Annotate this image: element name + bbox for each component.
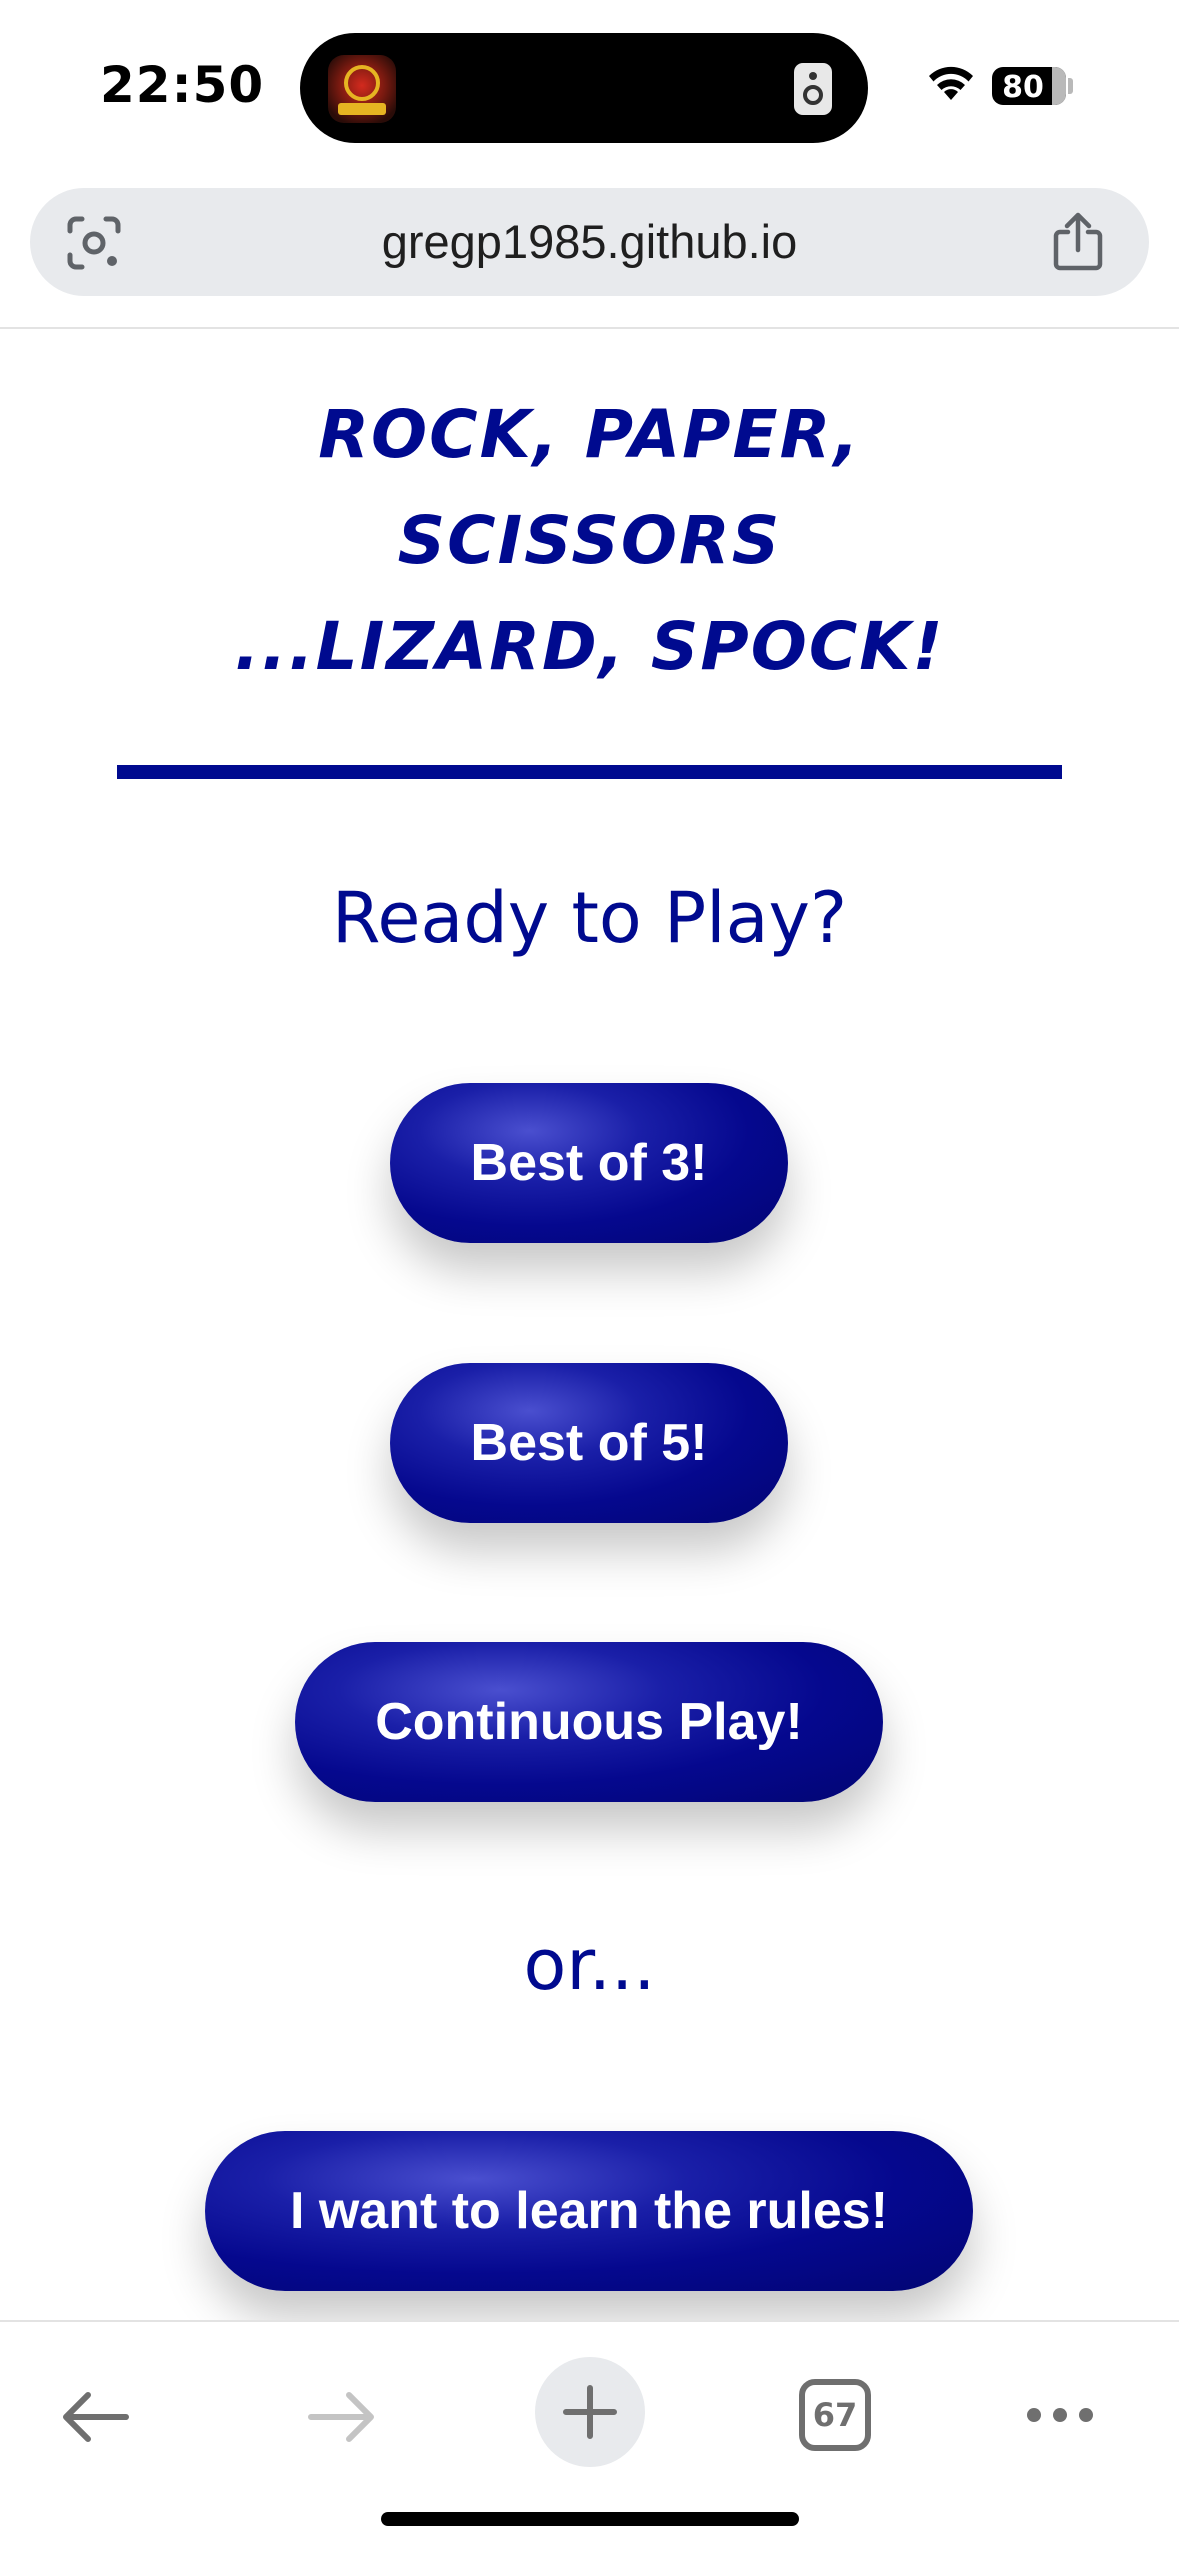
battery-nub (1068, 78, 1073, 94)
home-indicator (381, 2512, 799, 2526)
address-bar[interactable]: gregp1985.github.io (30, 188, 1149, 296)
app-thumbnail-icon[interactable] (328, 55, 396, 123)
or-text: or... (523, 1924, 656, 2006)
battery-icon: 80 (992, 67, 1066, 105)
title-line-2: Scissors (397, 502, 782, 579)
new-tab-button[interactable] (535, 2357, 645, 2467)
plus-icon (563, 2385, 617, 2439)
share-icon[interactable] (1050, 212, 1106, 272)
best-of-3-button[interactable]: Best of 3! (390, 1083, 788, 1243)
page-title: Rock, Paper, Scissors ...Lizard, Spock! (0, 382, 1179, 700)
ready-prompt: Ready to Play? (331, 877, 848, 959)
title-divider (117, 765, 1062, 779)
best-of-5-button[interactable]: Best of 5! (390, 1363, 788, 1523)
speaker-icon (794, 63, 832, 115)
tabs-button[interactable]: 67 (799, 2379, 871, 2451)
forward-arrow-icon[interactable] (305, 2387, 379, 2447)
url-text[interactable]: gregp1985.github.io (30, 188, 1149, 296)
back-arrow-icon[interactable] (58, 2387, 132, 2447)
tab-count: 67 (812, 2396, 858, 2434)
status-bar: 22:50 80 (0, 0, 1179, 170)
page: 22:50 80 gregp1985.github.io ROCK, PAPER… (0, 0, 1179, 2556)
title-line-1: Rock, Paper, (318, 396, 861, 473)
status-time: 22:50 (100, 56, 265, 114)
dynamic-island[interactable] (300, 33, 868, 143)
title-line-3: ...Lizard, Spock! (234, 608, 945, 685)
more-icon[interactable] (1025, 2404, 1095, 2426)
continuous-play-button[interactable]: Continuous Play! (295, 1642, 883, 1802)
learn-rules-button[interactable]: I want to learn the rules! (205, 2131, 973, 2291)
wifi-icon (929, 66, 973, 100)
address-divider (0, 327, 1179, 329)
battery-percent: 80 (1002, 70, 1044, 105)
